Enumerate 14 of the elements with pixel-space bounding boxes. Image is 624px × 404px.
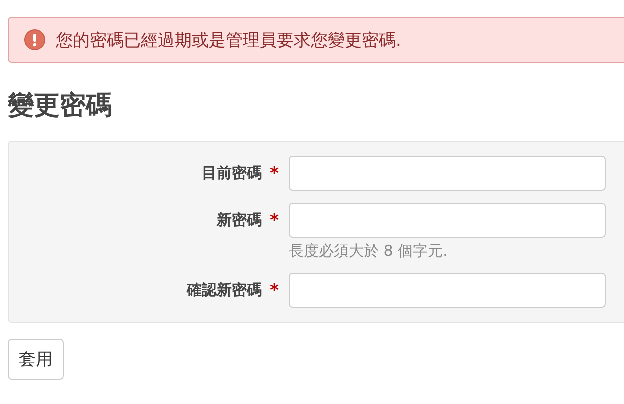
password-field[interactable] <box>289 156 606 191</box>
error-icon <box>24 29 46 51</box>
required-mark: * <box>270 164 279 184</box>
field-label: 新密碼 <box>217 211 262 230</box>
help-text: 長度必須大於 8 個字元. <box>289 242 449 261</box>
alert-message: 您的密碼已經過期或是管理員要求您變更密碼. <box>56 30 402 52</box>
apply-button[interactable]: 套用 <box>8 339 64 380</box>
field-label: 目前密碼 <box>202 164 262 183</box>
field-label: 確認新密碼 <box>187 281 262 300</box>
page-heading: 變更密碼 <box>8 90 113 123</box>
required-mark: * <box>270 280 279 300</box>
password-field[interactable] <box>289 203 606 238</box>
required-mark: * <box>270 210 279 230</box>
password-field[interactable] <box>289 273 606 308</box>
